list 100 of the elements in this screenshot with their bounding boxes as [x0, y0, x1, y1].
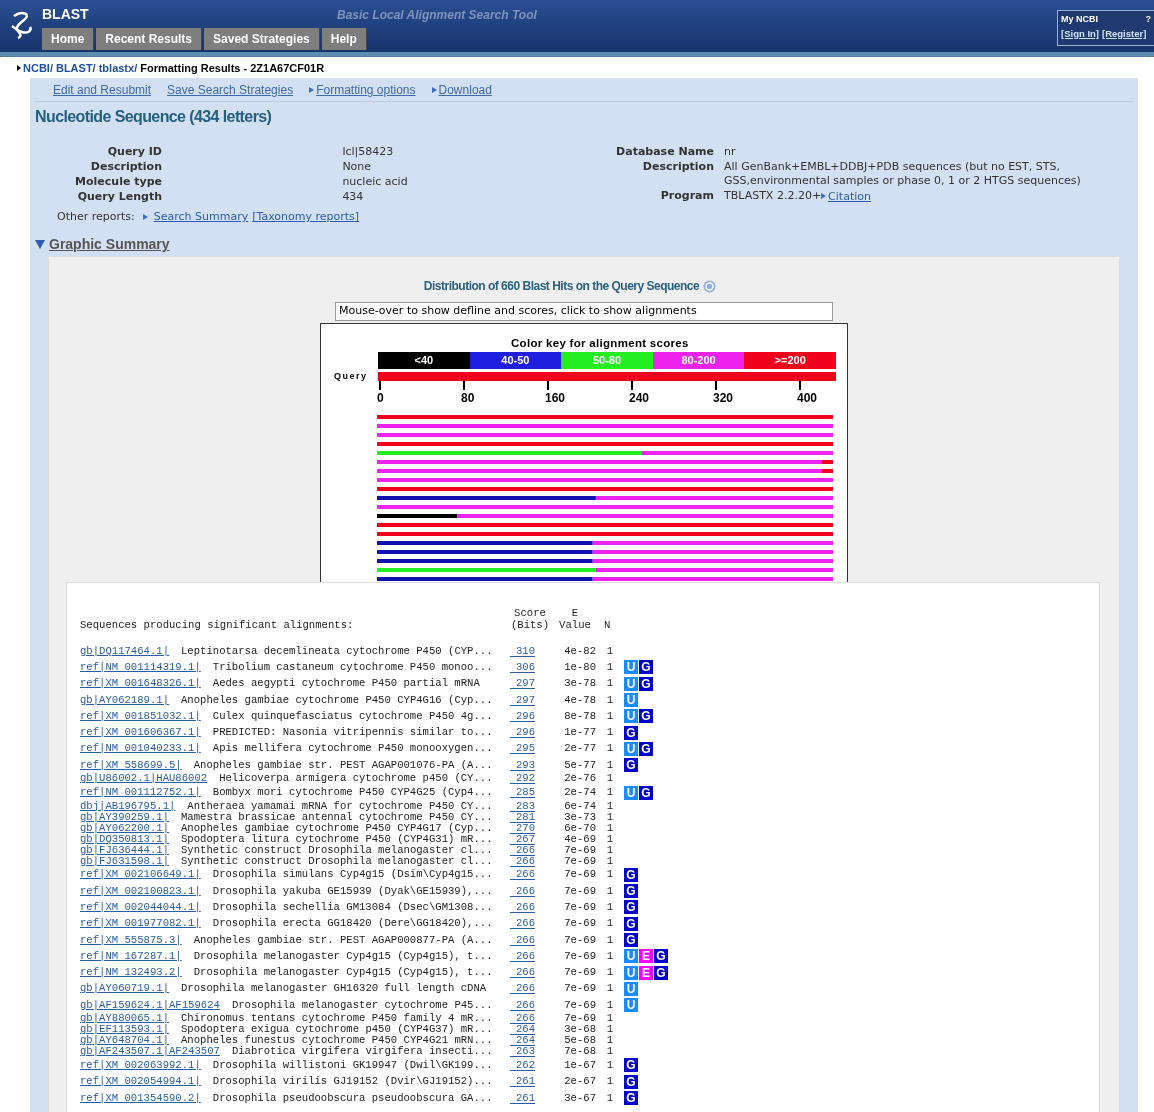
- score-link[interactable]: 261: [510, 1076, 536, 1088]
- accession-link[interactable]: ref|XM 002054994.1|: [80, 1076, 201, 1088]
- accession-link[interactable]: gb|AF159624.1|AF159624: [80, 999, 220, 1011]
- report-link[interactable]: Search Summary: [153, 210, 249, 223]
- score-link[interactable]: 266: [510, 885, 536, 897]
- database-badge[interactable]: G: [639, 709, 653, 724]
- score-link[interactable]: 264: [510, 1035, 536, 1047]
- section-toggle-link[interactable]: Graphic Summary: [49, 236, 170, 252]
- score-link[interactable]: 264: [510, 1024, 536, 1036]
- score-link[interactable]: 266: [510, 901, 536, 913]
- score-link[interactable]: 296: [510, 710, 536, 722]
- accession-link[interactable]: gb|AY062200.1|: [80, 822, 169, 834]
- database-badge[interactable]: G: [624, 1091, 638, 1106]
- accession-link[interactable]: ref|XM 001648326.1|: [80, 678, 201, 690]
- accession-link[interactable]: ref|XM 002044044.1|: [80, 901, 201, 913]
- accession-link[interactable]: ref|XM 558699.5|: [80, 759, 182, 771]
- database-badge[interactable]: G: [639, 660, 653, 675]
- database-badge[interactable]: G: [624, 933, 638, 947]
- accession-link[interactable]: ref|NM 132493.2|: [80, 967, 182, 979]
- breadcrumb-link[interactable]: tblastx/: [98, 62, 138, 74]
- toolbar-link[interactable]: Edit and Resubmit: [53, 83, 152, 97]
- accession-link[interactable]: gb|AY880065.1|: [80, 1013, 169, 1025]
- accession-link[interactable]: ref|NM 001112752.1|: [80, 787, 201, 798]
- score-link[interactable]: 263: [510, 1046, 536, 1058]
- accession-link[interactable]: ref|XM 002063992.1|: [80, 1060, 201, 1071]
- accession-link[interactable]: gb|AY062189.1|: [80, 694, 169, 706]
- accession-link[interactable]: gb|EF113593.1|: [80, 1024, 169, 1036]
- accession-link[interactable]: ref|NM 001040233.1|: [80, 743, 201, 755]
- accession-link[interactable]: gb|FJ631598.1|: [80, 855, 169, 867]
- nav-tab[interactable]: Home: [42, 28, 95, 50]
- score-link[interactable]: 292: [510, 773, 536, 785]
- accession-link[interactable]: gb|FJ636444.1|: [80, 844, 169, 856]
- score-link[interactable]: 266: [510, 934, 536, 946]
- score-link[interactable]: 266: [510, 918, 536, 930]
- score-link[interactable]: 261: [510, 1092, 536, 1104]
- accession-link[interactable]: ref|XM 001977082.1|: [80, 918, 201, 930]
- database-badge[interactable]: G: [654, 965, 668, 980]
- score-link[interactable]: 310: [510, 645, 536, 657]
- accession-link[interactable]: gb|AY648704.1|: [80, 1035, 169, 1047]
- accession-link[interactable]: ref|XM 002106649.1|: [80, 869, 201, 881]
- score-link[interactable]: 266: [510, 1013, 536, 1025]
- score-link[interactable]: 285: [510, 787, 536, 798]
- score-link[interactable]: 281: [510, 811, 536, 823]
- score-link[interactable]: 297: [510, 694, 536, 706]
- score-link[interactable]: 306: [510, 661, 536, 673]
- database-badge[interactable]: G: [624, 1074, 638, 1089]
- database-badge[interactable]: G: [654, 949, 668, 964]
- accession-link[interactable]: gb|DQ350813.1|: [80, 833, 169, 845]
- score-link[interactable]: 266: [510, 983, 536, 995]
- accession-link[interactable]: gb|AY060719.1|: [80, 983, 169, 995]
- score-link[interactable]: 267: [510, 833, 536, 845]
- toolbar-link[interactable]: Save Search Strategies: [167, 83, 294, 97]
- score-link[interactable]: 266: [510, 844, 536, 856]
- database-badge[interactable]: G: [639, 676, 653, 691]
- database-badge[interactable]: G: [624, 867, 638, 882]
- database-badge[interactable]: G: [624, 758, 638, 773]
- breadcrumb-link[interactable]: NCBI/: [23, 62, 53, 74]
- score-link[interactable]: 266: [510, 950, 536, 962]
- database-badge[interactable]: G: [624, 1058, 638, 1073]
- score-link[interactable]: 266: [510, 869, 536, 881]
- accession-link[interactable]: ref|XM 555875.3|: [80, 934, 182, 946]
- toolbar-link[interactable]: Download: [438, 83, 492, 97]
- info-field[interactable]: Mouse-over to show defline and scores, click to show alignments: [335, 302, 833, 321]
- accession-link[interactable]: ref|NM 001114319.1|: [80, 661, 201, 673]
- accession-link[interactable]: ref|NM 167287.1|: [80, 950, 182, 962]
- score-link[interactable]: 283: [510, 800, 536, 812]
- nav-tab[interactable]: Help: [321, 28, 367, 50]
- toolbar-link[interactable]: Formatting options: [316, 83, 416, 97]
- score-link[interactable]: 296: [510, 727, 536, 739]
- score-link[interactable]: 262: [510, 1060, 536, 1071]
- hit-lines-drawing[interactable]: [377, 413, 835, 582]
- database-badge[interactable]: G: [639, 785, 653, 800]
- database-badge[interactable]: G: [624, 900, 638, 915]
- citation-link[interactable]: Citation: [828, 189, 871, 203]
- database-badge[interactable]: G: [624, 725, 638, 740]
- score-link[interactable]: 297: [510, 678, 536, 690]
- database-badge[interactable]: G: [624, 884, 638, 899]
- score-link[interactable]: 266: [510, 967, 536, 979]
- accession-link[interactable]: ref|XM 001851032.1|: [80, 710, 201, 722]
- accession-link[interactable]: gb|U86002.1|HAU86002: [80, 773, 208, 785]
- score-link[interactable]: 266: [510, 999, 536, 1011]
- score-link[interactable]: 266: [510, 855, 536, 867]
- score-link[interactable]: 293: [510, 759, 536, 771]
- breadcrumb-link[interactable]: BLAST/: [55, 62, 96, 74]
- nav-tab[interactable]: Saved Strategies: [204, 28, 320, 50]
- database-badge[interactable]: G: [639, 741, 653, 756]
- account-link[interactable]: [Sign In]: [1061, 28, 1099, 39]
- report-link[interactable]: [Taxonomy reports]: [252, 210, 360, 223]
- accession-link[interactable]: ref|XM 002100823.1|: [80, 885, 201, 897]
- score-link[interactable]: 295: [510, 743, 536, 755]
- nav-tab[interactable]: Recent Results: [96, 28, 203, 50]
- account-link[interactable]: [Register]: [1102, 28, 1147, 39]
- accession-link[interactable]: gb|DQ117464.1|: [80, 645, 169, 657]
- accession-link[interactable]: gb|AF243507.1|AF243507: [80, 1046, 220, 1058]
- accession-link[interactable]: ref|XM 001354590.2|: [80, 1092, 201, 1104]
- help-link[interactable]: ?: [1145, 14, 1151, 24]
- accession-link[interactable]: ref|XM 001606367.1|: [80, 727, 201, 739]
- accession-link[interactable]: dbj|AB196795.1|: [80, 800, 176, 812]
- accession-link[interactable]: gb|AY390259.1|: [80, 811, 169, 823]
- database-badge[interactable]: G: [624, 916, 638, 931]
